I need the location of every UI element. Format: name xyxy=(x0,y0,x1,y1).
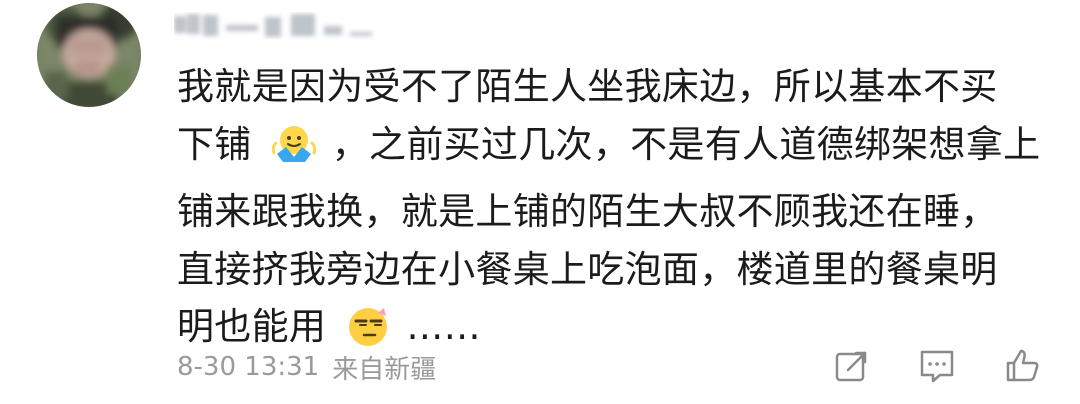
comment-line-2: 下铺 ，之前买过几次，不是有人道德绑架想拿上 xyxy=(177,116,1040,184)
comment-button[interactable] xyxy=(915,344,959,388)
comment-meta: 8-30 13:31 来自新疆 xyxy=(177,345,449,389)
like-button[interactable] xyxy=(1000,344,1044,388)
comment-line-2-text-start: 下铺 xyxy=(177,122,252,166)
comment-line-5-text-start: 明也能用 xyxy=(177,305,327,348)
comment-line-5-text-end: …… xyxy=(406,305,481,348)
comment-line-4: 直接挤我旁边在小餐桌上吃泡面，楼道里的餐桌明 xyxy=(177,247,998,291)
avatar-blurred-image xyxy=(37,3,141,107)
comment-timestamp: 8-30 13:31 xyxy=(177,352,320,382)
comment-text: 我就是因为受不了陌生人坐我床边，所以基本不买 下铺 ，之前买过几次，不是有人道德… xyxy=(177,58,1040,366)
comment-icon xyxy=(920,350,954,383)
comment-line-1: 我就是因为受不了陌生人坐我床边，所以基本不买 xyxy=(177,65,998,108)
comment-line-2-text-end: ，之前买过几次，不是有人道德绑架想拿上 xyxy=(331,122,1041,166)
comment-line-3: 铺来跟我换，就是上铺的陌生大叔不顾我还在睡， xyxy=(177,190,998,233)
blurred-username-image xyxy=(174,14,372,37)
avatar[interactable] xyxy=(37,3,141,107)
share-button[interactable] xyxy=(830,344,874,388)
like-icon xyxy=(1006,349,1039,382)
comment-card: 我就是因为受不了陌生人坐我床边，所以基本不买 下铺 ，之前买过几次，不是有人道德… xyxy=(0,0,1080,404)
share-icon xyxy=(835,351,867,382)
username-redacted[interactable] xyxy=(174,12,374,48)
shrug-emoji-icon xyxy=(271,123,316,184)
comment-location: 来自新疆 xyxy=(332,354,437,385)
